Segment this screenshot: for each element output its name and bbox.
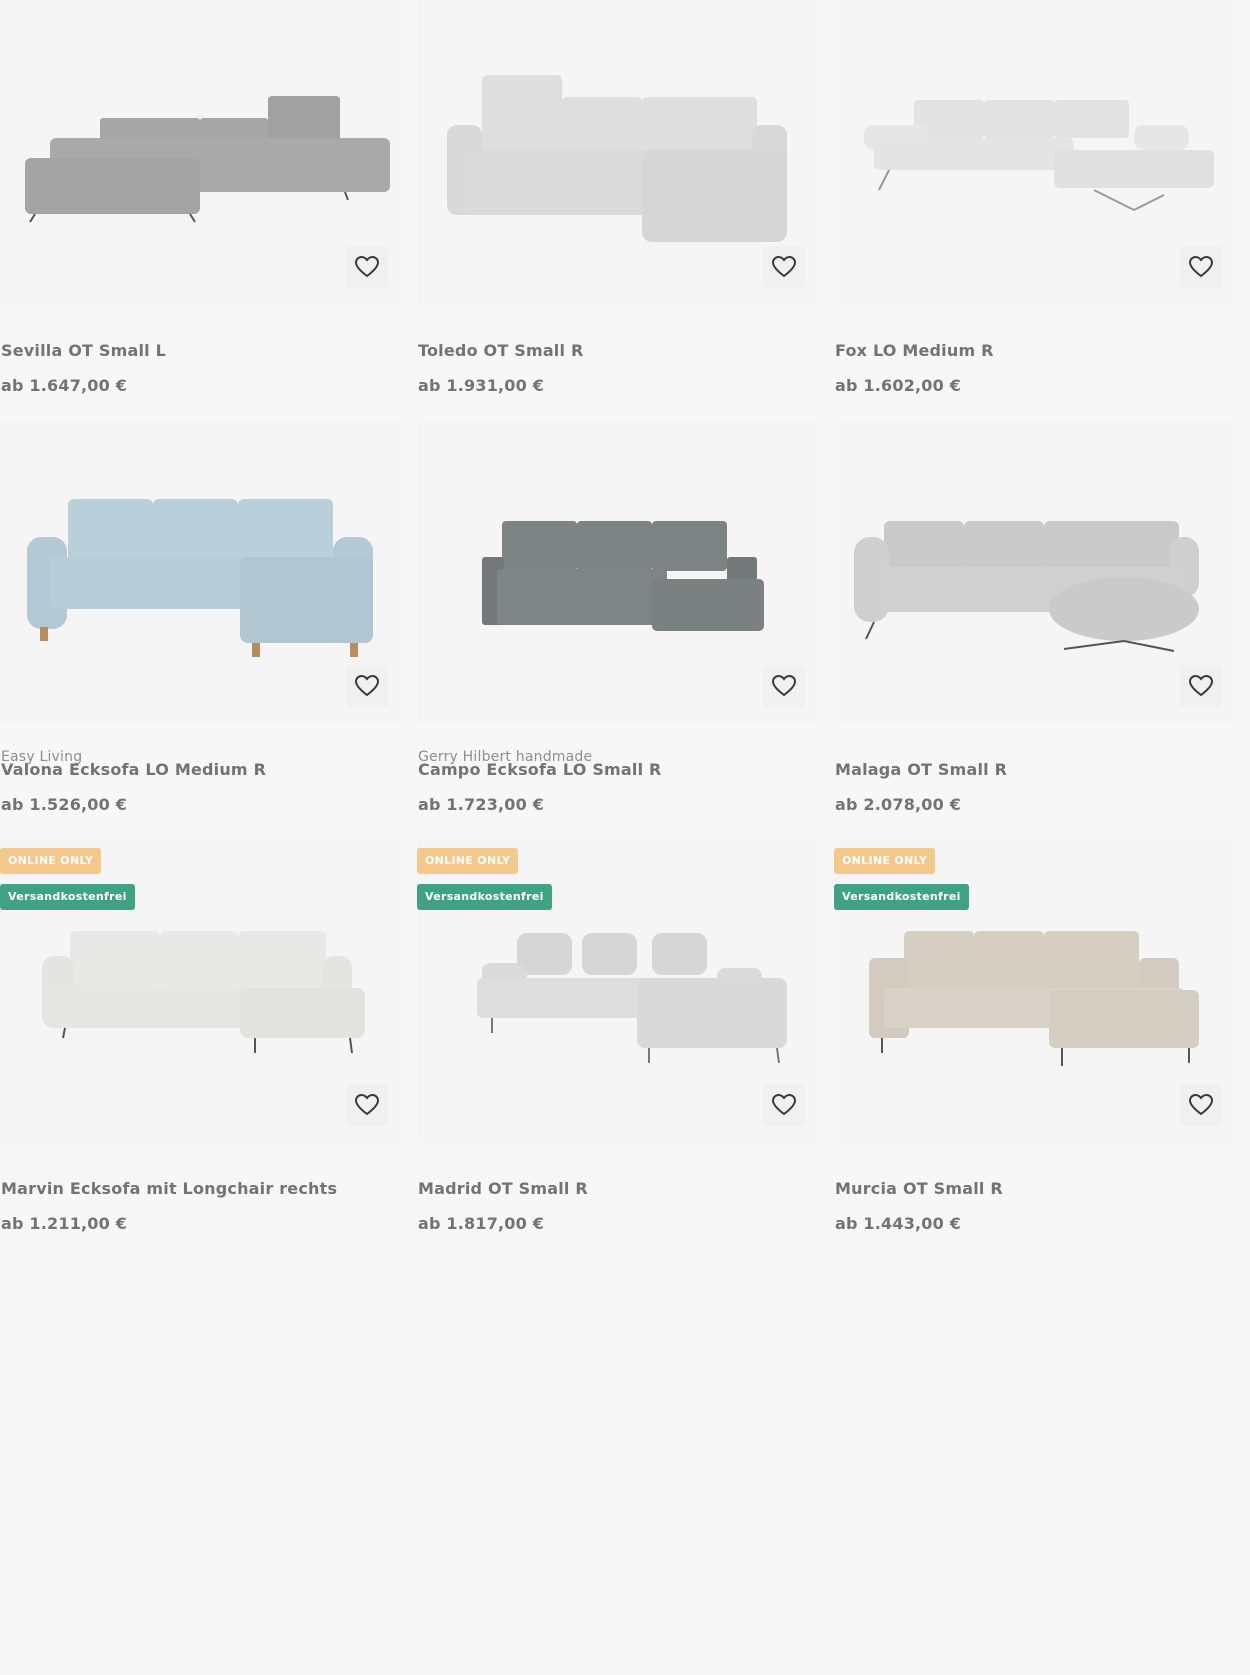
free-shipping-badge: Versandkostenfrei	[0, 884, 135, 910]
product-card[interactable]: Fox LO Medium R ab 1.602,00 €	[834, 0, 1234, 419]
product-image[interactable]	[834, 0, 1234, 305]
product-card[interactable]: Gerry Hilbert handmade Campo Ecksofa LO …	[417, 419, 817, 838]
product-price: ab 1.211,00 €	[1, 1214, 128, 1233]
heart-outline-icon	[355, 1094, 379, 1116]
product-price: ab 1.602,00 €	[835, 376, 962, 395]
product-name[interactable]: Fox LO Medium R	[835, 341, 994, 360]
free-shipping-badge: Versandkostenfrei	[834, 884, 969, 910]
favorite-button[interactable]	[346, 665, 388, 707]
product-card[interactable]: ONLINE ONLY Versandkostenfrei Murcia OT …	[834, 838, 1234, 1257]
product-price: ab 1.526,00 €	[1, 795, 128, 814]
online-only-badge: ONLINE ONLY	[834, 848, 936, 874]
product-image[interactable]	[417, 419, 817, 724]
product-image[interactable]	[417, 0, 817, 305]
heart-outline-icon	[1189, 1094, 1213, 1116]
heart-outline-icon	[355, 256, 379, 278]
favorite-button[interactable]	[346, 246, 388, 288]
product-name[interactable]: Murcia OT Small R	[835, 1179, 1003, 1198]
product-name[interactable]: Campo Ecksofa LO Small R	[418, 760, 662, 779]
heart-outline-icon	[772, 675, 796, 697]
product-name[interactable]: Toledo OT Small R	[418, 341, 583, 360]
heart-outline-icon	[772, 256, 796, 278]
product-card[interactable]: ONLINE ONLY Versandkostenfrei Madrid OT …	[417, 838, 817, 1257]
favorite-button[interactable]	[763, 665, 805, 707]
product-name[interactable]: Sevilla OT Small L	[1, 341, 166, 360]
product-price: ab 1.817,00 €	[418, 1214, 545, 1233]
free-shipping-badge: Versandkostenfrei	[417, 884, 552, 910]
online-only-badge: ONLINE ONLY	[417, 848, 519, 874]
product-card[interactable]: Sevilla OT Small L ab 1.647,00 €	[0, 0, 400, 419]
product-card[interactable]: Malaga OT Small R ab 2.078,00 €	[834, 419, 1234, 838]
product-card[interactable]: Toledo OT Small R ab 1.931,00 €	[417, 0, 817, 419]
product-price: ab 1.647,00 €	[1, 376, 128, 395]
heart-outline-icon	[1189, 256, 1213, 278]
online-only-badge: ONLINE ONLY	[0, 848, 102, 874]
favorite-button[interactable]	[1180, 665, 1222, 707]
favorite-button[interactable]	[763, 1084, 805, 1126]
favorite-button[interactable]	[346, 1084, 388, 1126]
product-price: ab 1.443,00 €	[835, 1214, 962, 1233]
product-name[interactable]: Madrid OT Small R	[418, 1179, 588, 1198]
product-name[interactable]: Marvin Ecksofa mit Longchair rechts	[1, 1179, 337, 1198]
product-card[interactable]: ONLINE ONLY Versandkostenfrei Marvin Eck…	[0, 838, 400, 1257]
product-grid: Sevilla OT Small L ab 1.647,00 € Toledo …	[0, 0, 1250, 1257]
product-image[interactable]	[0, 419, 400, 724]
product-card[interactable]: Easy Living Valona Ecksofa LO Medium R a…	[0, 419, 400, 838]
product-price: ab 1.931,00 €	[418, 376, 545, 395]
product-image[interactable]	[834, 419, 1234, 724]
favorite-button[interactable]	[1180, 1084, 1222, 1126]
heart-outline-icon	[1189, 675, 1213, 697]
favorite-button[interactable]	[763, 246, 805, 288]
product-price: ab 2.078,00 €	[835, 795, 962, 814]
product-image[interactable]	[0, 0, 400, 305]
product-price: ab 1.723,00 €	[418, 795, 545, 814]
heart-outline-icon	[772, 1094, 796, 1116]
favorite-button[interactable]	[1180, 246, 1222, 288]
product-name[interactable]: Malaga OT Small R	[835, 760, 1007, 779]
product-name[interactable]: Valona Ecksofa LO Medium R	[1, 760, 266, 779]
heart-outline-icon	[355, 675, 379, 697]
